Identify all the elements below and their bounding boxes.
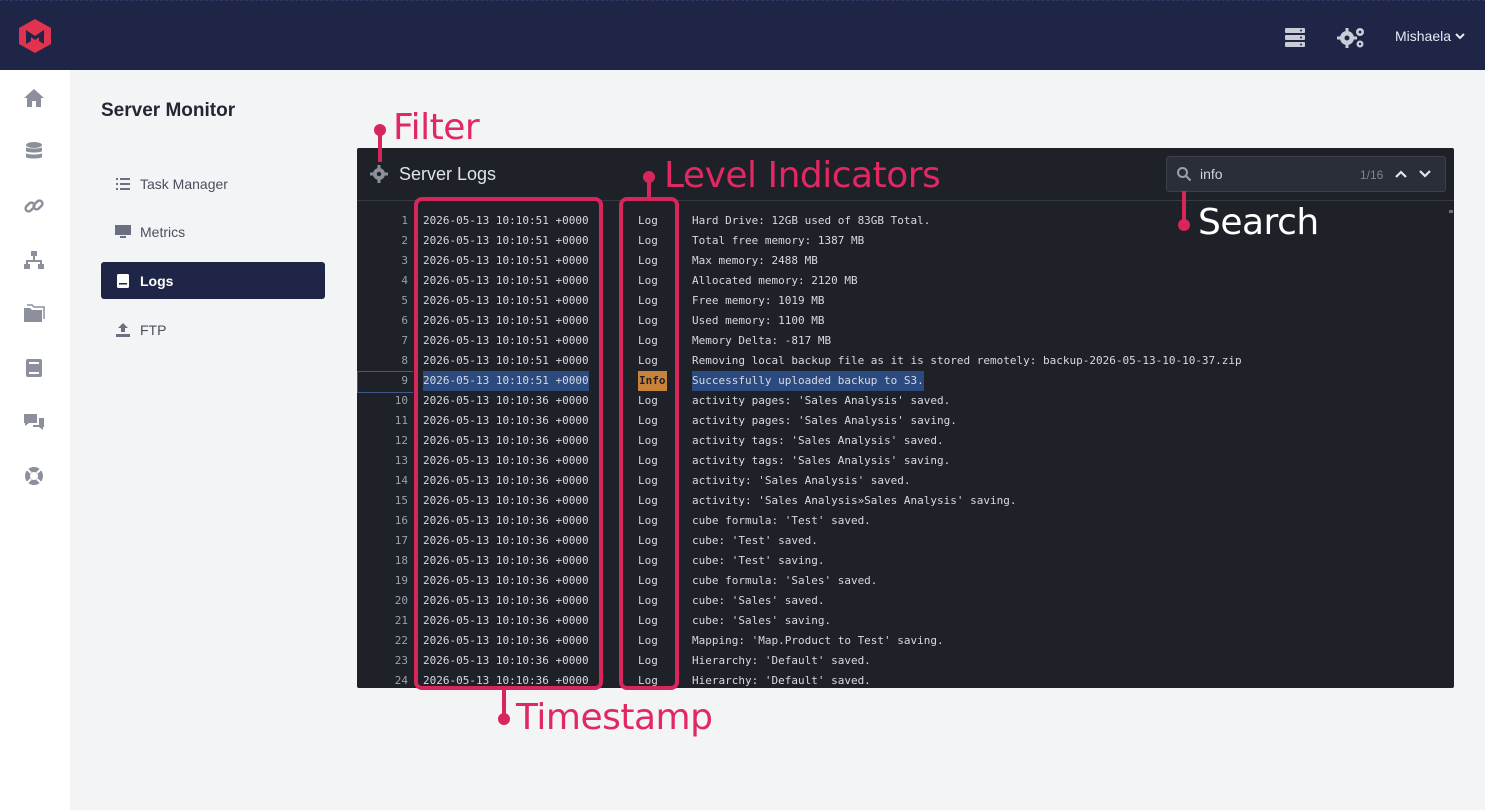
log-message: Hierarchy: 'Default' saved.	[692, 674, 871, 687]
log-message: Used memory: 1100 MB	[692, 314, 825, 327]
top-navbar: Mishaela	[0, 0, 1485, 70]
user-menu[interactable]: Mishaela	[1395, 28, 1465, 44]
link-icon[interactable]	[22, 194, 46, 218]
log-message: cube: 'Sales' saving.	[692, 614, 832, 627]
line-number: 1	[401, 214, 408, 227]
line-number: 22	[394, 634, 408, 647]
sidebar-item-label: Metrics	[140, 223, 186, 240]
line-number: 18	[394, 554, 408, 567]
log-message: cube: 'Sales' saved.	[692, 594, 825, 607]
log-message: Memory Delta: -817 MB	[692, 334, 832, 347]
chat-icon[interactable]	[22, 410, 46, 434]
line-number: 7	[401, 334, 408, 347]
logbook-icon	[117, 273, 129, 288]
line-number: 13	[394, 454, 408, 467]
level-indicators-callout-box	[619, 197, 679, 690]
logo-icon[interactable]	[17, 18, 53, 54]
level-callout-label: Level Indicators	[664, 155, 941, 196]
sidebar-item-task-manager[interactable]: Task Manager	[101, 165, 325, 202]
line-number: 20	[394, 594, 408, 607]
next-match-chevron-down-icon[interactable]	[1418, 168, 1432, 180]
sidebar-item-logs[interactable]: Logs	[101, 262, 325, 299]
line-number: 9	[401, 374, 408, 387]
tasks-icon	[116, 177, 130, 190]
line-number: 10	[394, 394, 408, 407]
line-number: 15	[394, 494, 408, 507]
line-number: 24	[394, 674, 408, 687]
lifebuoy-icon[interactable]	[22, 464, 46, 488]
line-number: 5	[401, 294, 408, 307]
line-number: 19	[394, 574, 408, 587]
sidebar-item-ftp[interactable]: FTP	[101, 311, 325, 348]
log-message: Total free memory: 1387 MB	[692, 234, 865, 247]
panel-title: Server Logs	[399, 164, 497, 184]
log-search-box[interactable]: 1/16	[1166, 156, 1446, 192]
log-message: Free memory: 1019 MB	[692, 294, 825, 307]
log-message: activity pages: 'Sales Analysis' saved.	[692, 394, 951, 407]
line-number: 3	[401, 254, 408, 267]
search-icon	[1177, 167, 1192, 182]
search-callout-dot	[1178, 219, 1190, 231]
page-title: Server Monitor	[101, 100, 236, 121]
filter-callout-line	[378, 132, 382, 162]
line-number: 21	[394, 614, 408, 627]
timestamp-callout-line	[502, 689, 506, 715]
upload-icon	[116, 322, 130, 337]
line-number: 4	[401, 274, 408, 287]
log-message: cube: 'Test' saving.	[692, 554, 825, 567]
log-message: Successfully uploaded backup to S3.	[692, 371, 924, 391]
log-message: Removing local backup file as it is stor…	[692, 354, 1242, 367]
network-icon[interactable]	[22, 248, 46, 272]
log-message: Hard Drive: 12GB used of 83GB Total.	[692, 214, 931, 227]
gears-icon[interactable]	[1337, 25, 1367, 49]
icon-rail	[0, 70, 70, 810]
line-number: 11	[394, 414, 408, 427]
log-message: Hierarchy: 'Default' saved.	[692, 654, 871, 667]
line-number: 23	[394, 654, 408, 667]
log-message: cube formula: 'Sales' saved.	[692, 574, 878, 587]
line-number: 14	[394, 474, 408, 487]
search-input[interactable]	[1200, 165, 1350, 183]
log-message: activity tags: 'Sales Analysis' saved.	[692, 434, 944, 447]
search-callout-label: Search	[1198, 202, 1319, 243]
line-number: 16	[394, 514, 408, 527]
sidebar-item-label: FTP	[140, 321, 167, 338]
timestamp-callout-dot	[498, 713, 510, 725]
log-message: cube formula: 'Test' saved.	[692, 514, 871, 527]
log-message: activity: 'Sales Analysis»Sales Analysis…	[692, 494, 1017, 507]
filter-gear-icon[interactable]	[370, 165, 388, 183]
folders-icon[interactable]	[22, 302, 46, 326]
home-icon[interactable]	[22, 86, 46, 110]
database-icon[interactable]	[22, 140, 46, 164]
user-name: Mishaela	[1395, 28, 1452, 44]
log-message: cube: 'Test' saved.	[692, 534, 818, 547]
chevron-down-icon	[1455, 33, 1465, 40]
monitor-icon	[115, 224, 131, 238]
log-message: Mapping: 'Map.Product to Test' saving.	[692, 634, 944, 647]
log-message: Max memory: 2488 MB	[692, 254, 818, 267]
sidebar-item-metrics[interactable]: Metrics	[101, 213, 325, 250]
line-number: 8	[401, 354, 408, 367]
line-number: 6	[401, 314, 408, 327]
server-icon[interactable]	[1283, 25, 1307, 49]
log-message: activity pages: 'Sales Analysis' saving.	[692, 414, 957, 427]
book-icon[interactable]	[22, 356, 46, 380]
line-number: 17	[394, 534, 408, 547]
line-number: 2	[401, 234, 408, 247]
timestamp-callout-label: Timestamp	[516, 697, 713, 738]
level-callout-dot	[643, 171, 655, 183]
sidebar-item-label: Logs	[140, 272, 174, 289]
line-number: 12	[394, 434, 408, 447]
filter-callout-label: Filter	[393, 107, 480, 148]
sidebar-item-label: Task Manager	[140, 175, 228, 192]
previous-match-chevron-up-icon[interactable]	[1394, 168, 1408, 180]
log-message: Allocated memory: 2120 MB	[692, 274, 858, 287]
search-callout-line	[1182, 191, 1186, 221]
timestamp-callout-box	[414, 197, 603, 690]
search-match-count: 1/16	[1360, 168, 1384, 182]
log-message: activity tags: 'Sales Analysis' saving.	[692, 454, 951, 467]
log-message: activity: 'Sales Analysis' saved.	[692, 474, 911, 487]
